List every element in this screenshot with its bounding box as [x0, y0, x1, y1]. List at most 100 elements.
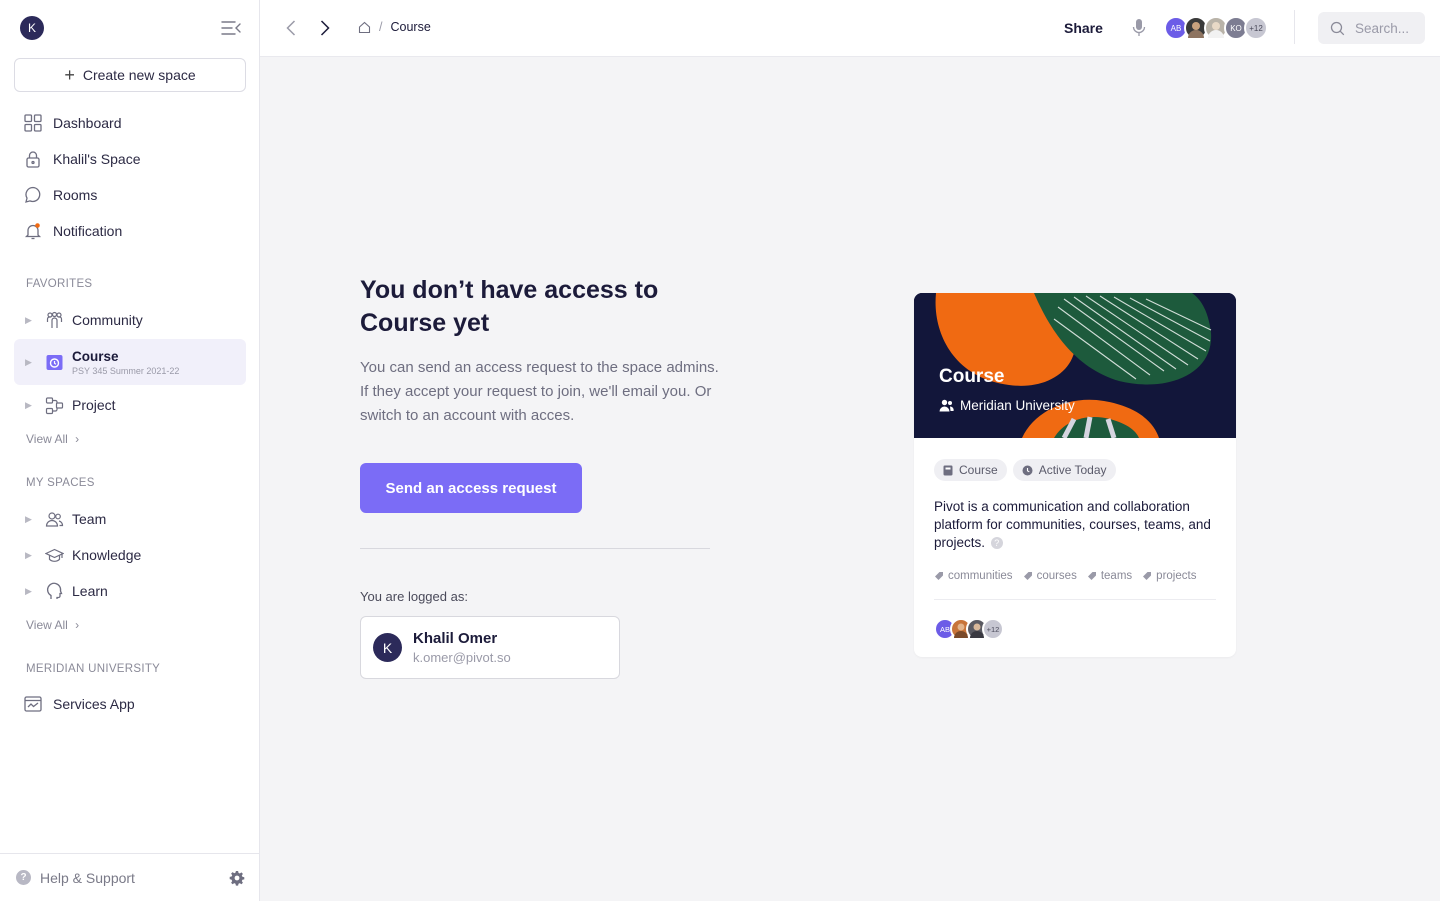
sidebar-item-project[interactable]: ▶ Project — [14, 394, 246, 416]
expand-caret-icon[interactable]: ▶ — [25, 550, 37, 561]
head-icon — [47, 582, 63, 599]
sidebar-item-rooms[interactable]: Rooms — [24, 183, 97, 207]
sidebar-item-label: Notification — [53, 223, 123, 239]
info-icon[interactable]: ? — [990, 537, 1003, 550]
tag-item[interactable]: communities — [934, 570, 1013, 582]
bell-icon — [24, 223, 42, 240]
sidebar-item-services-app[interactable]: Services App — [24, 692, 135, 716]
back-arrow-icon[interactable] — [282, 18, 302, 38]
expand-caret-icon[interactable]: ▶ — [25, 357, 37, 368]
sidebar-item-learn[interactable]: ▶ Learn — [14, 580, 246, 602]
chip-course: Course — [934, 459, 1007, 481]
collapse-sidebar-icon[interactable] — [221, 20, 241, 36]
sidebar-item-notification[interactable]: Notification — [24, 219, 122, 243]
home-icon[interactable] — [358, 21, 371, 34]
tag-label: communities — [948, 570, 1013, 582]
sidebar-item-label: Rooms — [53, 187, 98, 203]
favorites-heading: FAVORITES — [26, 278, 93, 290]
forward-arrow-icon[interactable] — [314, 18, 334, 38]
search-box[interactable] — [1318, 12, 1425, 44]
app-icon — [24, 696, 42, 712]
sidebar-footer: ? Help & Support — [0, 853, 259, 901]
sidebar-item-dashboard[interactable]: Dashboard — [24, 111, 122, 135]
gear-icon[interactable] — [229, 870, 245, 886]
top-bar: / Course Share AB KO +12 — [260, 0, 1440, 57]
favorites-view-all-link[interactable]: View All › — [26, 432, 79, 446]
expand-caret-icon[interactable]: ▶ — [25, 400, 37, 411]
sidebar-item-khalils-space[interactable]: Khalil's Space — [24, 147, 141, 171]
clock-icon — [1022, 465, 1033, 475]
top-bar-divider — [1294, 10, 1295, 44]
search-input[interactable] — [1355, 20, 1415, 36]
my-spaces-heading: MY SPACES — [26, 477, 95, 489]
breadcrumb-current[interactable]: Course — [390, 20, 430, 34]
book-icon — [943, 465, 953, 475]
tag-item[interactable]: teams — [1087, 570, 1132, 582]
space-description: Pivot is a communication and collaborati… — [934, 498, 1219, 552]
chevron-right-icon: › — [75, 618, 80, 632]
collaborator-avatars[interactable]: AB KO +12 — [1164, 16, 1268, 40]
tag-label: teams — [1100, 570, 1133, 582]
chip-label: Course — [959, 463, 998, 477]
sidebar-item-team[interactable]: ▶ Team — [14, 508, 246, 530]
chip-label: Active Today — [1038, 463, 1107, 477]
sidebar-item-label: Khalil's Space — [53, 151, 141, 167]
lock-icon — [26, 151, 40, 168]
breadcrumb-separator: / — [379, 20, 383, 34]
chat-icon — [25, 186, 41, 203]
chevron-right-icon: › — [75, 432, 80, 446]
create-new-space-button[interactable]: + Create new space — [14, 58, 246, 92]
space-tags: communities courses teams projects — [934, 570, 1196, 582]
more-members-badge: +12 — [982, 618, 1004, 640]
sidebar-item-label: Dashboard — [53, 115, 122, 131]
tag-icon — [935, 572, 943, 580]
view-all-label: View All — [26, 618, 68, 632]
expand-caret-icon[interactable]: ▶ — [25, 315, 37, 326]
space-title: Course — [939, 366, 1005, 387]
member-avatars[interactable]: AB +12 — [934, 618, 1004, 640]
tag-icon — [1023, 572, 1032, 580]
space-description-text: Pivot is a communication and collaborati… — [934, 499, 1211, 550]
sidebar-item-knowledge[interactable]: ▶ Knowledge — [14, 544, 246, 566]
sidebar-header: K — [0, 0, 259, 56]
breadcrumb: / Course — [358, 20, 431, 34]
sidebar-item-course[interactable]: ▶ Course PSY 345 Summer 2021-22 — [14, 339, 246, 385]
tag-icon — [1143, 572, 1152, 580]
sidebar-item-label: Knowledge — [72, 547, 142, 563]
org-heading: MERIDIAN UNIVERSITY — [26, 663, 161, 675]
space-org: Meridian University — [939, 398, 1075, 413]
microphone-icon[interactable] — [1131, 18, 1147, 38]
my-spaces-view-all-link[interactable]: View All › — [26, 618, 79, 632]
graduation-cap-icon — [45, 548, 64, 562]
tag-label: courses — [1036, 570, 1077, 582]
tag-label: projects — [1156, 570, 1197, 582]
expand-caret-icon[interactable]: ▶ — [25, 586, 37, 597]
project-icon — [45, 396, 64, 414]
expand-caret-icon[interactable]: ▶ — [25, 514, 37, 525]
sidebar-item-sublabel: PSY 345 Summer 2021-22 — [72, 365, 180, 376]
course-icon — [46, 354, 63, 370]
divider — [360, 548, 710, 549]
view-all-label: View All — [26, 432, 68, 446]
more-avatars-badge: +12 — [1244, 16, 1268, 40]
share-button[interactable]: Share — [1064, 20, 1103, 36]
tag-item[interactable]: courses — [1023, 570, 1077, 582]
space-preview-card: Course Meridian University Course Active… — [914, 293, 1236, 657]
users-icon — [45, 511, 64, 527]
user-avatar[interactable]: K — [20, 16, 44, 40]
card-divider — [934, 599, 1216, 600]
sidebar-item-community[interactable]: ▶ Community — [14, 309, 246, 331]
chip-active-today: Active Today — [1012, 459, 1116, 481]
sidebar-item-label: Learn — [72, 583, 108, 599]
grid-icon — [24, 114, 42, 132]
help-support-link[interactable]: ? Help & Support — [16, 870, 135, 886]
tag-item[interactable]: projects — [1142, 570, 1196, 582]
account-email: k.omer@pivot.so — [413, 650, 511, 665]
account-card[interactable]: K Khalil Omer k.omer@pivot.so — [360, 616, 620, 679]
help-icon: ? — [16, 870, 31, 885]
sidebar-item-label: Services App — [53, 696, 135, 712]
send-access-request-button[interactable]: Send an access request — [360, 463, 582, 513]
space-chips: Course Active Today — [934, 459, 1116, 481]
sidebar-item-label: Community — [72, 312, 143, 328]
sidebar: K + Create new space Dashboard Khalil's … — [0, 0, 260, 901]
